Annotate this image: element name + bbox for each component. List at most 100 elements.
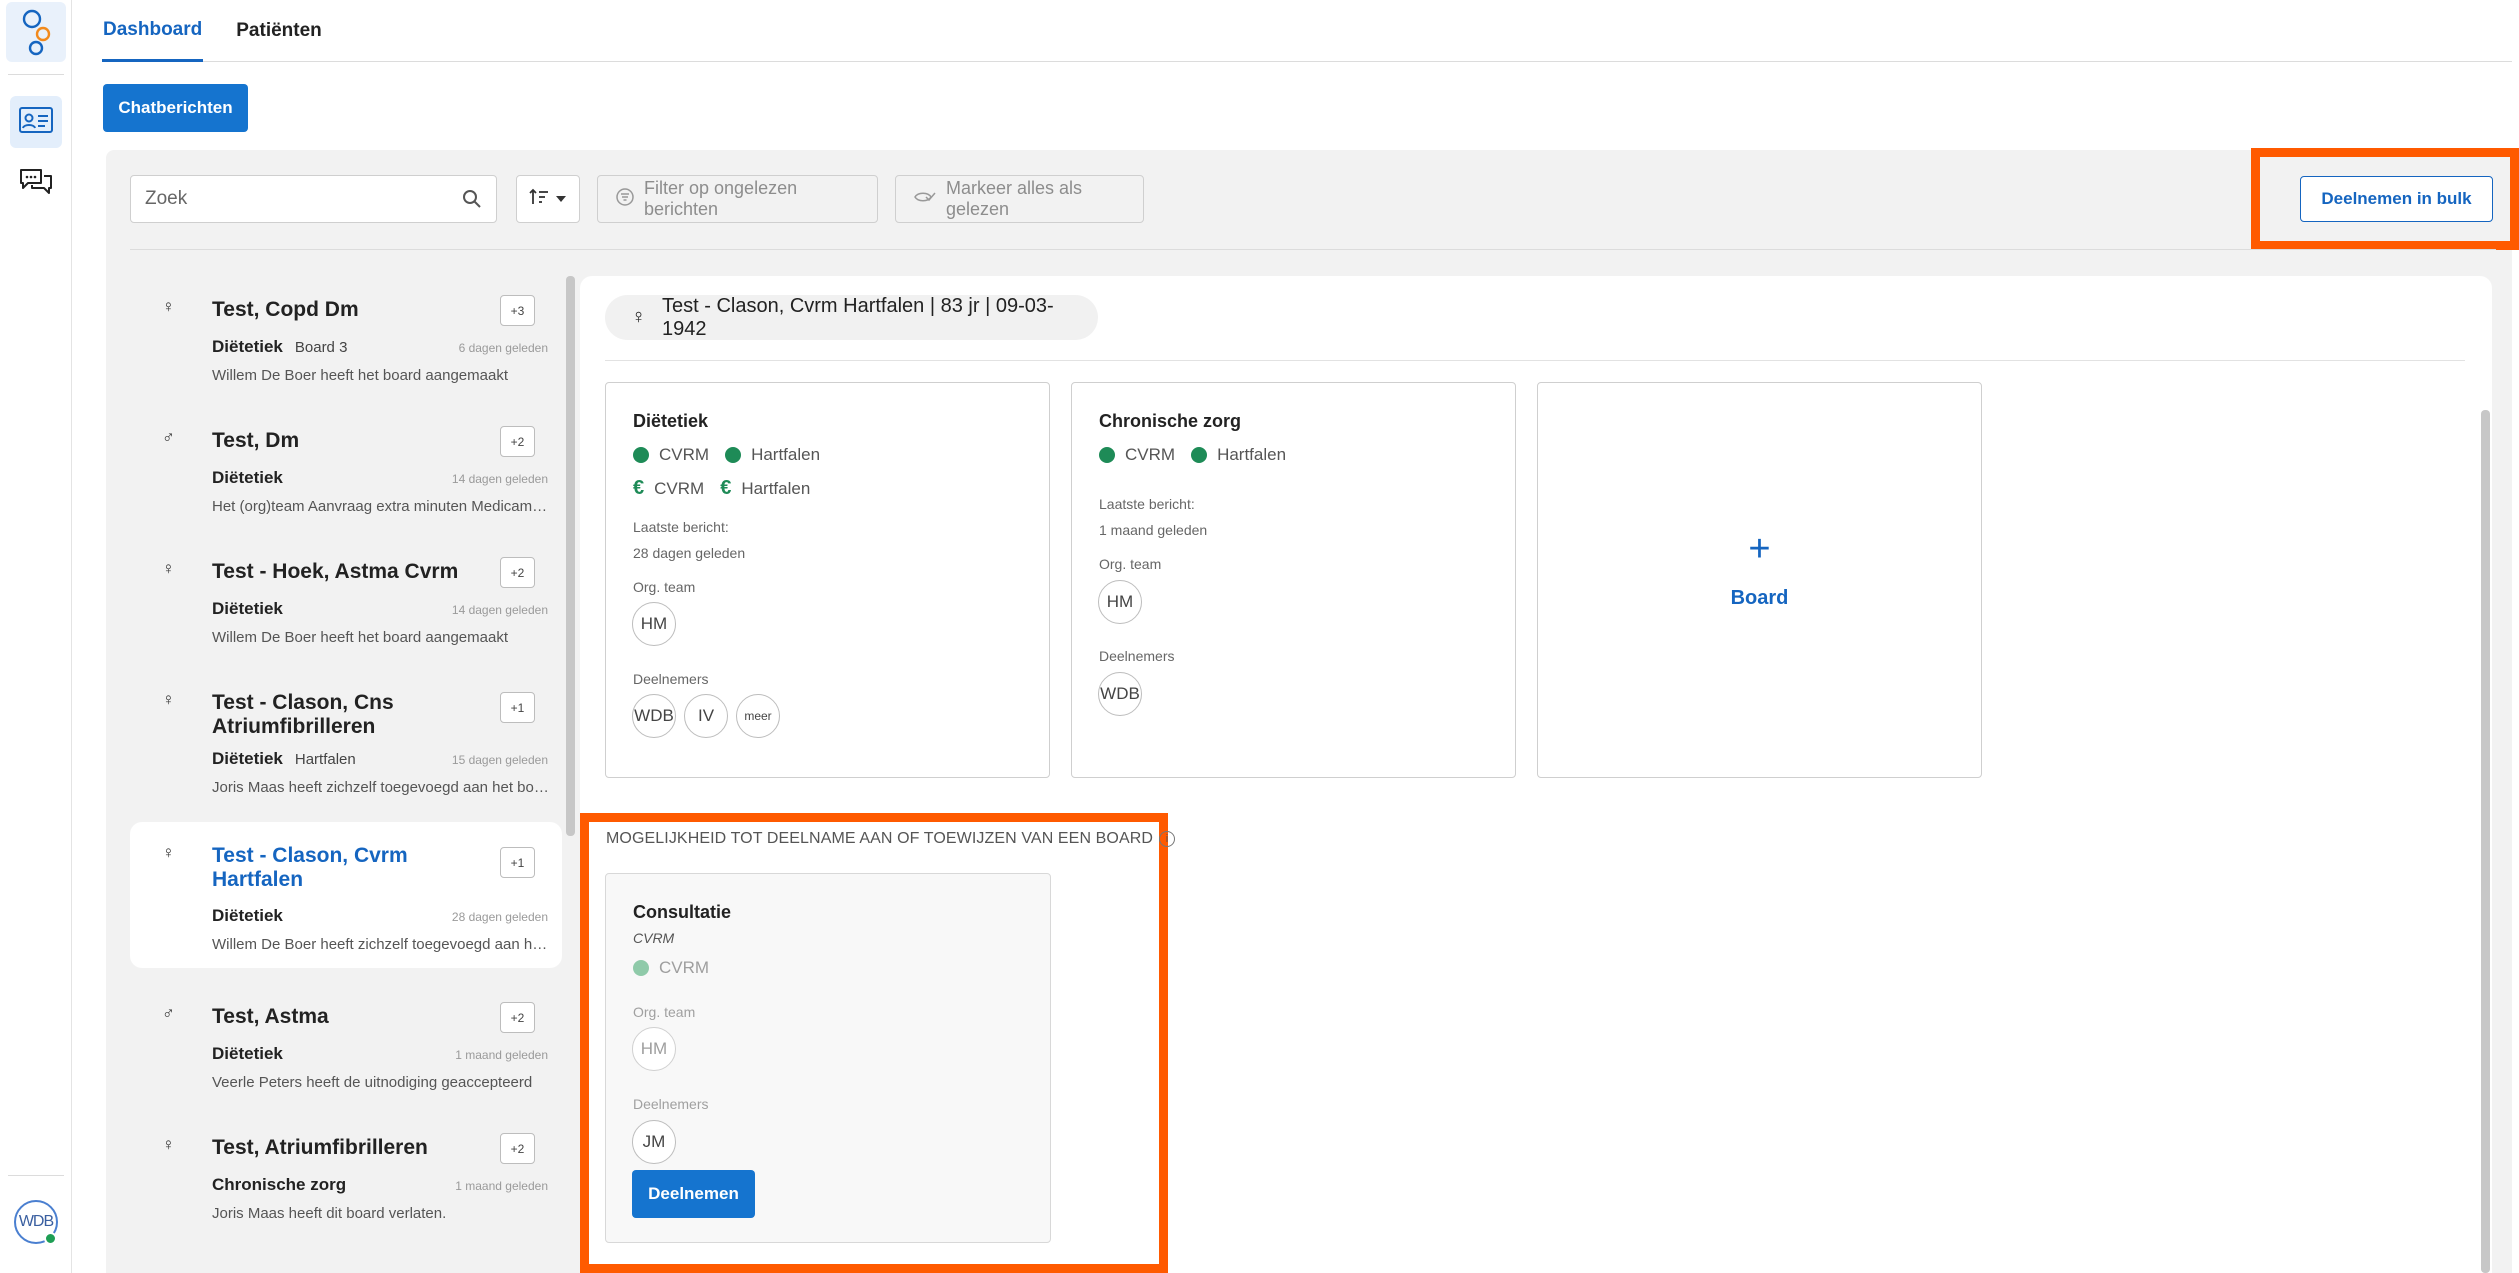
toolbar-divider bbox=[130, 249, 2496, 250]
board-sub-label: Hartfalen bbox=[294, 751, 356, 768]
last-message-label: Laatste bericht: bbox=[633, 519, 729, 535]
board-count-badge: +2 bbox=[500, 1002, 535, 1033]
gender-icon: ♂ bbox=[162, 428, 175, 447]
patient-name: Test, Dm bbox=[212, 429, 300, 452]
status-dot-icon bbox=[725, 447, 742, 463]
avatar[interactable]: WDB bbox=[1098, 672, 1142, 716]
board-tags: CVRM Hartfalen bbox=[1099, 445, 1286, 465]
chat-nav-button[interactable] bbox=[10, 158, 62, 210]
avatar[interactable]: JM bbox=[632, 1120, 676, 1164]
tag-label: Hartfalen bbox=[1217, 445, 1287, 464]
avatar[interactable]: HM bbox=[1098, 580, 1142, 624]
category-label: Chronische zorg bbox=[212, 1175, 347, 1194]
gender-icon: ♀ bbox=[162, 843, 175, 862]
org-team-label: Org. team bbox=[633, 1004, 696, 1020]
participants-label: Deelnemers bbox=[633, 671, 709, 687]
join-button[interactable]: Deelnemen bbox=[632, 1170, 755, 1218]
tab-patienten[interactable]: Patiënten bbox=[235, 0, 323, 62]
last-message-time: 28 dagen geleden bbox=[633, 545, 746, 561]
board-title: Diëtetiek bbox=[633, 411, 709, 431]
board-category: Diëtetiek bbox=[212, 468, 283, 488]
board-card[interactable]: Chronische zorg CVRM Hartfalen Laatste b… bbox=[1071, 382, 1516, 778]
last-message: Joris Maas heeft dit board verlaten. bbox=[212, 1205, 447, 1222]
more-participants-button[interactable]: meer bbox=[736, 694, 780, 738]
euro-icon: € bbox=[633, 477, 645, 499]
avatar[interactable]: IV bbox=[684, 694, 728, 738]
patient-list-item[interactable]: ♂ Test, Dm +2 Diëtetiek 14 dagen geleden… bbox=[130, 407, 562, 525]
patient-name: Test - Clason, Cns Atriumfibrilleren bbox=[212, 691, 394, 738]
last-message-label: Laatste bericht: bbox=[1099, 496, 1195, 512]
rail-divider bbox=[8, 1175, 64, 1176]
timestamp: 1 maand geleden bbox=[455, 1179, 548, 1193]
patient-list-scrollbar[interactable] bbox=[566, 276, 575, 836]
timestamp: 28 dagen geleden bbox=[451, 910, 548, 924]
timestamp: 1 maand geleden bbox=[455, 1048, 548, 1062]
board-count-badge: +1 bbox=[500, 692, 535, 723]
patient-name: Test - Clason, Cvrm Hartfalen bbox=[212, 844, 408, 891]
search-icon bbox=[462, 189, 482, 215]
mark-all-read-button[interactable]: Markeer alles als gelezen bbox=[895, 175, 1144, 223]
patient-list-item[interactable]: ♀ Test, Copd Dm +3 Diëtetiek Board 3 6 da… bbox=[130, 276, 562, 394]
tag-label: CVRM bbox=[659, 958, 710, 977]
patient-header-text: Test - Clason, Cvrm Hartfalen | 83 jr | … bbox=[662, 294, 1054, 340]
patient-list-item[interactable]: ♀ Test, Atriumfibrilleren +2 Chronische … bbox=[130, 1114, 562, 1232]
chat-bubbles-icon bbox=[18, 166, 54, 203]
euro-icon: € bbox=[720, 477, 732, 499]
board-tags: CVRM bbox=[633, 958, 709, 978]
rail-divider bbox=[8, 74, 64, 75]
tab-dashboard[interactable]: Dashboard bbox=[102, 0, 204, 62]
tag-label: CVRM bbox=[659, 445, 710, 464]
status-dot-icon bbox=[633, 447, 649, 463]
patient-list-item[interactable]: ♀ Test - Clason, Cns Atriumfibrilleren +… bbox=[130, 669, 562, 804]
info-icon[interactable]: i bbox=[1159, 831, 1176, 847]
board-tags: CVRM Hartfalen bbox=[633, 445, 820, 465]
plus-icon: + bbox=[1748, 528, 1771, 570]
avatar[interactable]: WDB bbox=[632, 694, 676, 738]
add-board-button[interactable]: + Board bbox=[1537, 382, 1982, 778]
participants-label: Deelnemers bbox=[1099, 648, 1175, 664]
board-category: Diëtetiek bbox=[212, 1044, 283, 1064]
status-dot-icon bbox=[1191, 447, 1208, 463]
category-label: Diëtetiek bbox=[212, 599, 283, 618]
last-message: Het (org)team Aanvraag extra minuten Med… bbox=[212, 498, 552, 515]
filter-icon bbox=[616, 187, 634, 211]
add-board-label: Board bbox=[1730, 587, 1789, 609]
chat-messages-button[interactable]: Chatberichten bbox=[103, 84, 248, 132]
status-dot-icon bbox=[633, 960, 649, 976]
status-dot-icon bbox=[1099, 447, 1115, 463]
category-label: Diëtetiek bbox=[212, 337, 283, 356]
search-placeholder: Zoek bbox=[145, 188, 188, 209]
last-message: Willem De Boer heeft het board aangemaak… bbox=[212, 367, 508, 384]
filter-unread-button[interactable]: Filter op ongelezen berichten bbox=[597, 175, 878, 223]
avatar[interactable]: HM bbox=[632, 1027, 676, 1071]
header-divider bbox=[605, 360, 2465, 361]
online-status-indicator bbox=[44, 1232, 57, 1245]
board-card[interactable]: Diëtetiek CVRM Hartfalen € CVRM € Hartfale… bbox=[605, 382, 1050, 778]
board-billing-tags: € CVRM € Hartfalen bbox=[633, 477, 810, 500]
patient-list: ♀ Test, Copd Dm +3 Diëtetiek Board 3 6 da… bbox=[130, 276, 562, 1273]
top-tabs: Dashboard Patiënten bbox=[102, 0, 2512, 62]
board-category: Diëtetiek Hartfalen bbox=[212, 749, 356, 769]
avatar[interactable]: HM bbox=[632, 602, 676, 646]
org-team-label: Org. team bbox=[1099, 556, 1162, 572]
sort-icon bbox=[529, 188, 549, 211]
timestamp: 15 dagen geleden bbox=[451, 753, 548, 767]
filter-unread-label: Filter op ongelezen berichten bbox=[644, 178, 798, 219]
content-scrollbar[interactable] bbox=[2481, 410, 2490, 1273]
sort-dropdown[interactable] bbox=[516, 175, 580, 223]
board-type: CVRM bbox=[633, 930, 675, 946]
category-label: Diëtetiek bbox=[212, 749, 283, 768]
app-logo[interactable] bbox=[6, 2, 66, 62]
patient-header-chip: ♀ Test - Clason, Cvrm Hartfalen | 83 jr … bbox=[605, 295, 1098, 340]
highlight-frame bbox=[2251, 148, 2519, 250]
board-count-badge: +2 bbox=[500, 557, 535, 588]
patient-list-item[interactable]: ♀ Test - Hoek, Astma Cvrm +2 Diëtetiek 1… bbox=[130, 538, 562, 656]
participants-label: Deelnemers bbox=[633, 1096, 709, 1112]
board-category: Diëtetiek Board 3 bbox=[212, 337, 347, 357]
patient-list-item-selected[interactable]: ♀ Test - Clason, Cvrm Hartfalen +1 Diëte… bbox=[130, 822, 562, 968]
board-count-badge: +2 bbox=[500, 426, 535, 457]
opportunity-section-title: MOGELIJKHEID TOT DEELNAME AAN OF TOEWIJZ… bbox=[606, 830, 1176, 848]
search-input[interactable]: Zoek bbox=[130, 175, 497, 223]
patient-list-item[interactable]: ♂ Test, Astma +2 Diëtetiek 1 maand geled… bbox=[130, 983, 562, 1101]
dashboard-nav-button[interactable] bbox=[10, 96, 62, 148]
